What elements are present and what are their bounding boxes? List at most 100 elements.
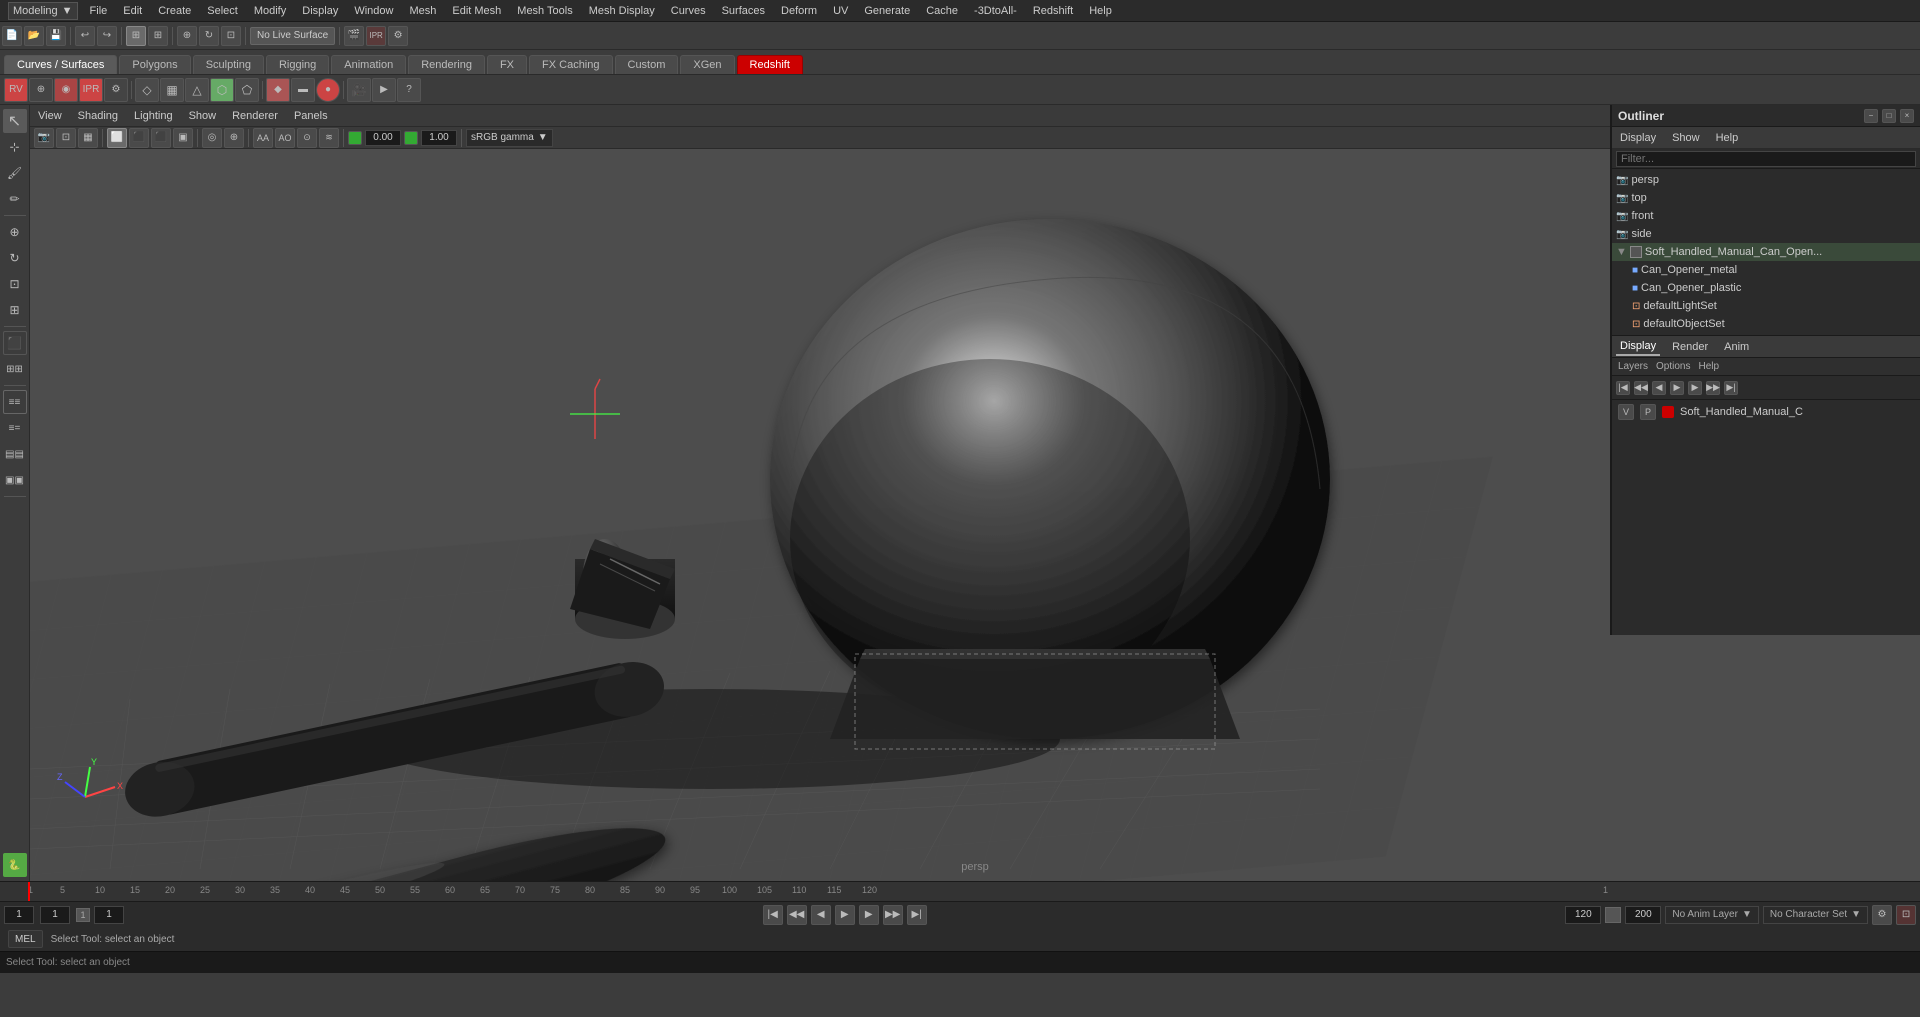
tab-rigging[interactable]: Rigging <box>266 55 329 74</box>
ob-tab-display[interactable]: Display <box>1616 338 1660 356</box>
menu-redshift[interactable]: Redshift <box>1025 3 1081 19</box>
anim-layer-dropdown[interactable]: No Anim Layer ▼ <box>1665 906 1759 924</box>
anim-settings-button[interactable]: ⚙ <box>1872 905 1892 925</box>
move-tool-button[interactable]: ⊕ <box>177 26 197 46</box>
sub-lighting[interactable]: Lighting <box>130 110 177 122</box>
shelf-sphere-btn[interactable]: ⬡ <box>210 78 234 102</box>
menu-file[interactable]: File <box>82 3 116 19</box>
tab-custom[interactable]: Custom <box>615 55 679 74</box>
select-mode-button[interactable]: ⊞ <box>126 26 146 46</box>
outliner-item-persp[interactable]: 📷 persp <box>1612 171 1920 189</box>
shelf-btn-5[interactable]: ⚙ <box>104 78 128 102</box>
vp-ao-button[interactable]: AO <box>275 128 295 148</box>
rotate-tool-button[interactable]: ↻ <box>199 26 219 46</box>
tab-xgen[interactable]: XGen <box>680 55 734 74</box>
ipr-button[interactable]: IPR <box>366 26 386 46</box>
sub-panels[interactable]: Panels <box>290 110 332 122</box>
sculpt-tool-button[interactable]: ✏ <box>3 187 27 211</box>
vp-aa-button[interactable]: AA <box>253 128 273 148</box>
ob-tab-anim[interactable]: Anim <box>1720 339 1753 355</box>
shelf-render2-icon[interactable]: ▶ <box>372 78 396 102</box>
tab-redshift[interactable]: Redshift <box>737 55 803 74</box>
open-scene-button[interactable]: 📂 <box>24 26 44 46</box>
sub-shading[interactable]: Shading <box>74 110 122 122</box>
menu-3dtall[interactable]: -3DtoAll- <box>966 3 1025 19</box>
outliner-button[interactable]: ▤▤ <box>3 442 27 466</box>
menu-mesh-tools[interactable]: Mesh Tools <box>509 3 580 19</box>
shelf-circle-btn[interactable]: ● <box>316 78 340 102</box>
play-button[interactable]: ▶ <box>1670 381 1684 395</box>
current-frame-input[interactable] <box>4 906 34 924</box>
outliner-item-default-object-set[interactable]: ⊡ defaultObjectSet <box>1612 315 1920 333</box>
snap-button[interactable]: ⊞⊞ <box>3 357 27 381</box>
scale-tool-lp-button[interactable]: ⊡ <box>3 272 27 296</box>
vp-motion-blur-button[interactable]: ≋ <box>319 128 339 148</box>
outliner-maximize-button[interactable]: □ <box>1882 109 1896 123</box>
outliner-close-button[interactable]: × <box>1900 109 1914 123</box>
menu-edit-mesh[interactable]: Edit Mesh <box>444 3 509 19</box>
menu-modify[interactable]: Modify <box>246 3 294 19</box>
vp-grid-button[interactable]: ▦ <box>78 128 98 148</box>
shelf-shape-btn[interactable]: ⬠ <box>235 78 259 102</box>
display-mode-button[interactable]: ⬛ <box>3 331 27 355</box>
anim-auto-key-button[interactable]: ⊡ <box>1896 905 1916 925</box>
vp-component-button[interactable]: ⊕ <box>224 128 244 148</box>
outliner-search-input[interactable] <box>1616 151 1916 167</box>
outliner-item-can-plastic[interactable]: ■ Can_Opener_plastic <box>1612 279 1920 297</box>
redo-button[interactable]: ↪ <box>97 26 117 46</box>
color-input[interactable] <box>365 130 401 146</box>
shelf-dash-btn[interactable]: ▬ <box>291 78 315 102</box>
menu-window[interactable]: Window <box>346 3 401 19</box>
shelf-help-btn[interactable]: ? <box>397 78 421 102</box>
menu-curves[interactable]: Curves <box>663 3 714 19</box>
range-end-input[interactable] <box>94 906 124 924</box>
menu-deform[interactable]: Deform <box>773 3 825 19</box>
vp-cam-button[interactable]: 📷 <box>34 128 54 148</box>
render-button[interactable]: 🎬 <box>344 26 364 46</box>
tab-fx-caching[interactable]: FX Caching <box>529 55 612 74</box>
color-swatch[interactable] <box>348 131 362 145</box>
tab-fx[interactable]: FX <box>487 55 527 74</box>
sub-renderer[interactable]: Renderer <box>228 110 282 122</box>
menu-help[interactable]: Help <box>1081 3 1120 19</box>
menu-edit[interactable]: Edit <box>115 3 150 19</box>
universal-tool-lp-button[interactable]: ⊞ <box>3 298 27 322</box>
menu-cache[interactable]: Cache <box>918 3 966 19</box>
tab-sculpting[interactable]: Sculpting <box>193 55 264 74</box>
shelf-red-btn[interactable]: ◆ <box>266 78 290 102</box>
menu-create[interactable]: Create <box>150 3 199 19</box>
sub-view[interactable]: View <box>34 110 66 122</box>
shelf-diamond-btn[interactable]: ◇ <box>135 78 159 102</box>
menu-uv[interactable]: UV <box>825 3 856 19</box>
rotate-tool-lp-button[interactable]: ↻ <box>3 246 27 270</box>
anim-end-input[interactable] <box>1625 906 1661 924</box>
outliner-minimize-button[interactable]: − <box>1864 109 1878 123</box>
shelf-btn-4[interactable]: IPR <box>79 78 103 102</box>
attr-editor-button[interactable]: ≡= <box>3 416 27 440</box>
render-view-button[interactable]: ▣▣ <box>3 468 27 492</box>
outliner-item-can-metal[interactable]: ■ Can_Opener_metal <box>1612 261 1920 279</box>
vp-wireframe-button[interactable]: ⬜ <box>107 128 127 148</box>
shelf-render-icon[interactable]: 🎥 <box>347 78 371 102</box>
menu-display[interactable]: Display <box>294 3 346 19</box>
prev-frame-button[interactable]: ◀ <box>1652 381 1666 395</box>
outliner-item-soft-handled[interactable]: ▼ Soft_Handled_Manual_Can_Open... <box>1612 243 1920 261</box>
menu-select[interactable]: Select <box>199 3 246 19</box>
tl-play-button[interactable]: ▶ <box>835 905 855 925</box>
last-frame-button[interactable]: ▶| <box>1724 381 1738 395</box>
shelf-triangle-btn[interactable]: △ <box>185 78 209 102</box>
shelf-btn-3[interactable]: ◉ <box>54 78 78 102</box>
channel-box-button[interactable]: ≡≡ <box>3 390 27 414</box>
prev-key-button[interactable]: ◀◀ <box>1634 381 1648 395</box>
move-tool-lp-button[interactable]: ⊕ <box>3 220 27 244</box>
ob-tab-render[interactable]: Render <box>1668 339 1712 355</box>
end-frame-input[interactable] <box>1565 906 1601 924</box>
menu-surfaces[interactable]: Surfaces <box>714 3 773 19</box>
tab-polygons[interactable]: Polygons <box>119 55 190 74</box>
outliner-item-side[interactable]: 📷 side <box>1612 225 1920 243</box>
menu-mesh-display[interactable]: Mesh Display <box>581 3 663 19</box>
timeline-ruler[interactable]: 1 5 10 15 20 25 30 35 40 45 50 55 60 65 … <box>0 882 1920 902</box>
mode-indicator[interactable]: MEL <box>8 930 43 948</box>
menu-generate[interactable]: Generate <box>856 3 918 19</box>
tl-next-frame-button[interactable]: ▶ <box>859 905 879 925</box>
